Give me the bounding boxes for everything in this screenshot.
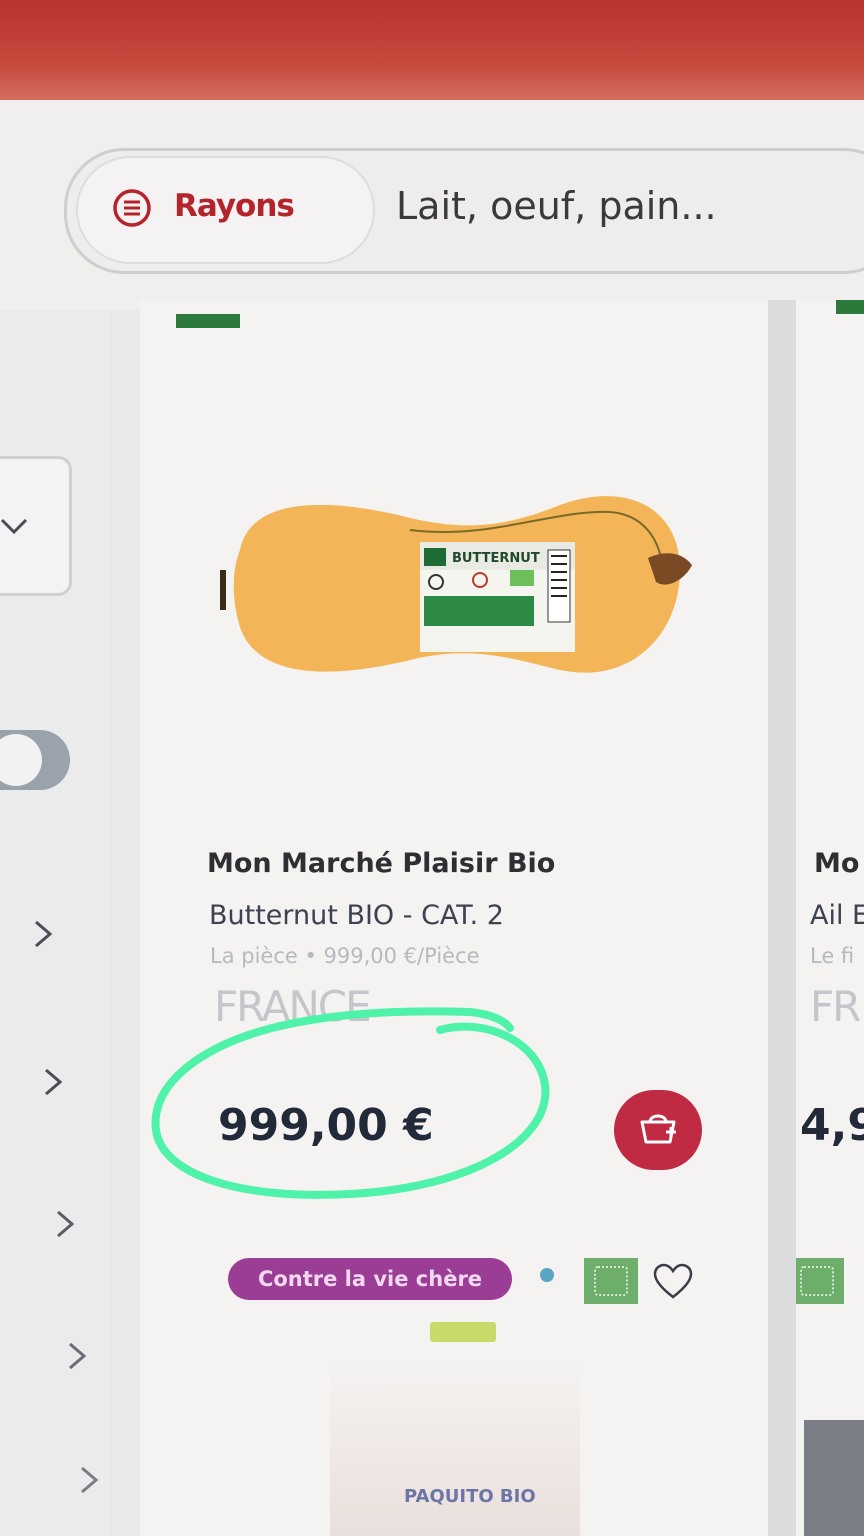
chevron-right-icon[interactable]: [76, 1464, 102, 1496]
menu-circle-icon: [113, 189, 151, 227]
product-price: 999,00 €: [218, 1100, 434, 1151]
next-product-name[interactable]: Ail E: [810, 900, 864, 931]
favorite-heart-button[interactable]: [652, 1262, 694, 1302]
add-to-cart-button[interactable]: [614, 1090, 702, 1170]
eu-organic-logo: [796, 1258, 844, 1304]
product-brand[interactable]: Mon Marché Plaisir Bio: [207, 848, 555, 879]
search-input[interactable]: [396, 176, 856, 236]
chevron-down-icon[interactable]: [0, 510, 30, 540]
next-product-tag: [836, 300, 864, 314]
info-dot: [540, 1268, 554, 1282]
add-to-cart-icon: [640, 1114, 676, 1144]
product-name[interactable]: Butternut BIO - CAT. 2: [209, 900, 504, 931]
next-product-brand[interactable]: Mo: [814, 848, 859, 879]
product-origin: FRANCE: [214, 982, 370, 1026]
next-row-product-image[interactable]: [330, 1360, 580, 1536]
product-tag: [176, 314, 240, 328]
rayons-button[interactable]: Rayons: [78, 158, 373, 262]
card-divider: [768, 300, 796, 1536]
chevron-right-icon[interactable]: [40, 1066, 66, 1098]
browser-top-band: [0, 0, 864, 110]
heart-icon: [653, 1263, 693, 1299]
rayons-label: Rayons: [174, 188, 295, 224]
chevron-right-icon[interactable]: [64, 1340, 90, 1372]
product-unit-price: La pièce • 999,00 €/Pièce: [210, 944, 480, 968]
eu-organic-logo: [584, 1258, 638, 1304]
promo-badge: Contre la vie chère: [228, 1258, 512, 1300]
chevron-right-icon[interactable]: [30, 918, 56, 950]
next-product-details: Mo Ail E Le fi FR 4,9: [796, 800, 864, 1320]
next-row-tag: [430, 1322, 496, 1342]
next-row-product-logo: PAQUITO BIO: [404, 1486, 536, 1507]
next-product-origin: FR: [810, 982, 861, 1031]
chevron-right-icon[interactable]: [52, 1208, 78, 1240]
next-product-price: 4,9: [800, 1100, 864, 1151]
next-product-unit-price: Le fi: [810, 944, 855, 968]
label-text: BUTTERNUT: [452, 551, 540, 566]
butternut-image[interactable]: BUTTERNUT: [210, 470, 710, 700]
next-row-product-image-right[interactable]: [804, 1420, 864, 1536]
